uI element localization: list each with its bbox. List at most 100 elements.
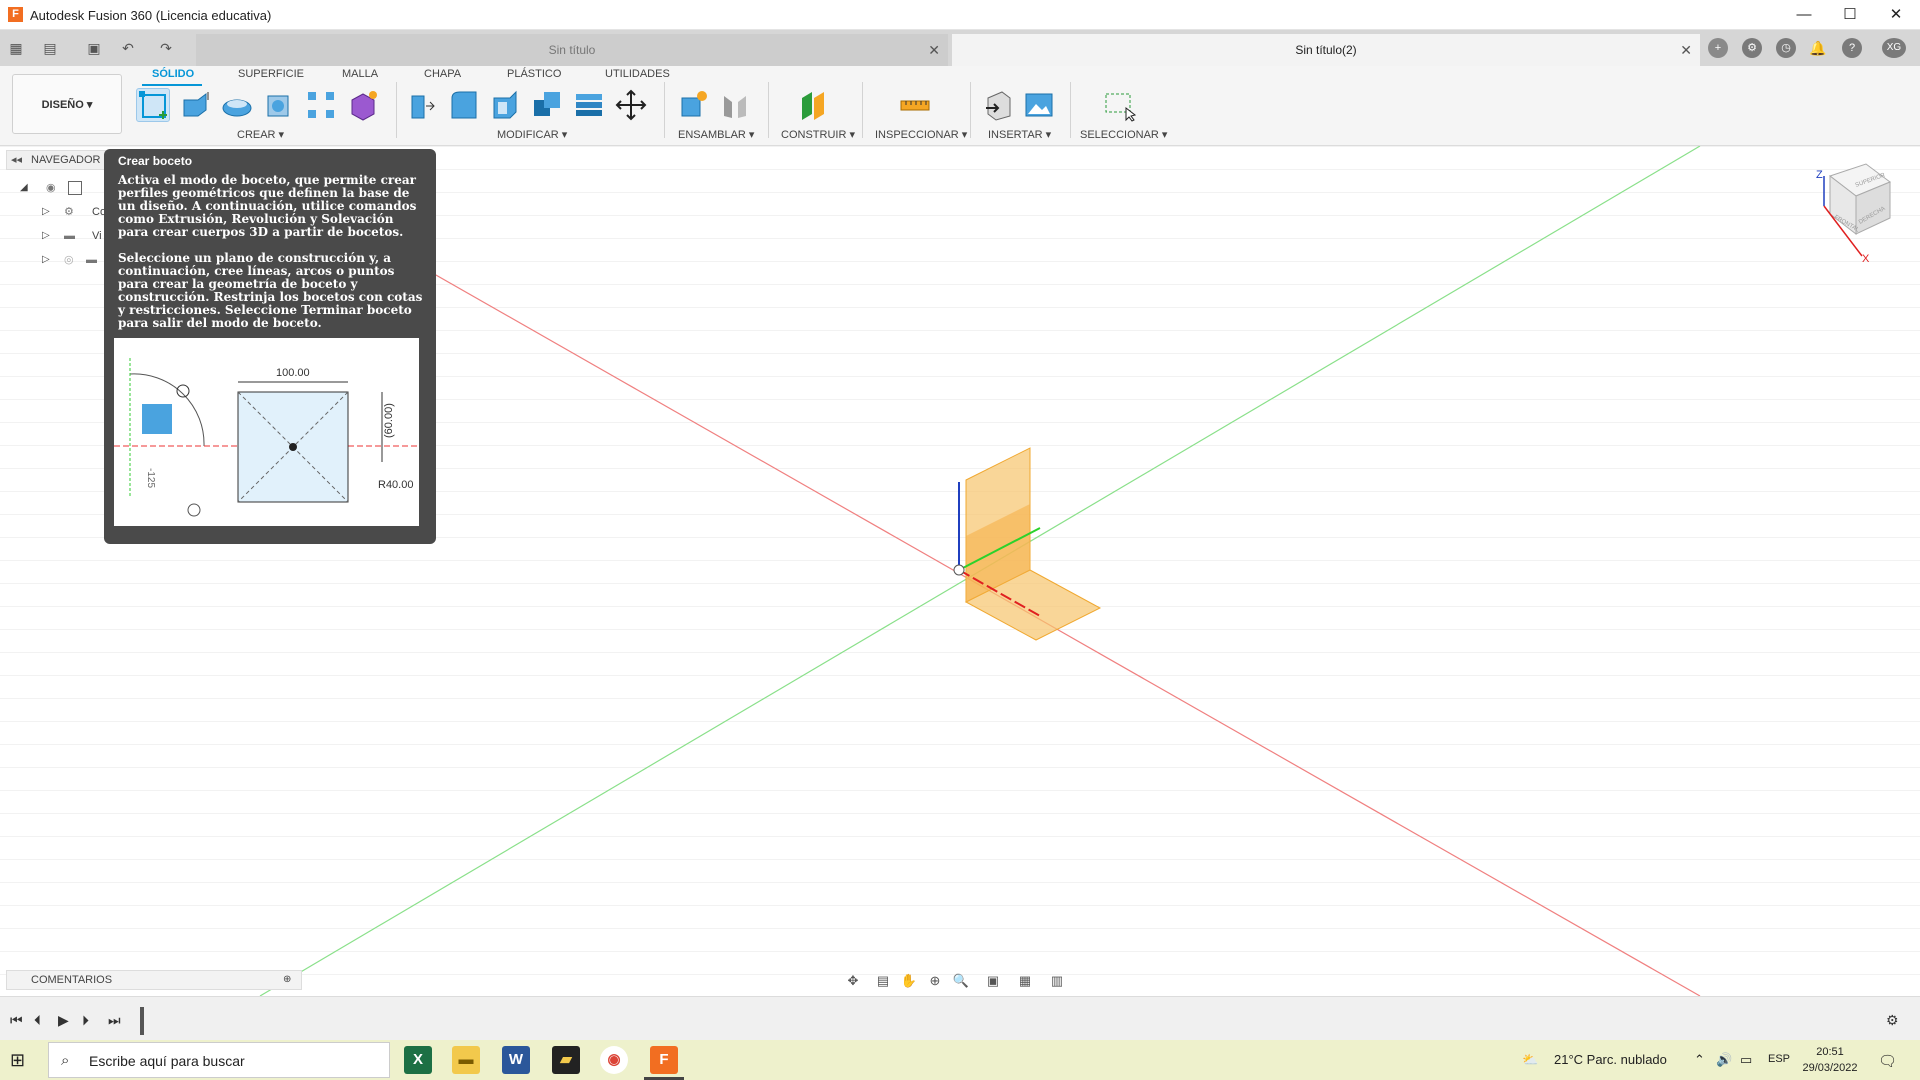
zoom-icon[interactable]: ⊕ bbox=[924, 972, 946, 990]
new-component-button[interactable] bbox=[676, 88, 710, 122]
word-app-icon[interactable]: W bbox=[502, 1046, 530, 1074]
add-comment-icon[interactable]: ⊕ bbox=[283, 971, 291, 989]
create-form-button[interactable] bbox=[346, 88, 380, 122]
weather-icon[interactable]: ⛅ bbox=[1522, 1052, 1538, 1068]
notification-center-icon[interactable]: 🗨 bbox=[1878, 1052, 1897, 1070]
tab-sin-titulo-2[interactable]: Sin título(2) ✕ bbox=[952, 34, 1700, 66]
tab-plastico[interactable]: PLÁSTICO bbox=[507, 68, 561, 80]
offset-plane-button[interactable] bbox=[796, 88, 830, 122]
undo-icon[interactable]: ↶ bbox=[118, 38, 138, 58]
hidden-eye-icon[interactable]: ◎ bbox=[64, 250, 74, 270]
revolve-button[interactable] bbox=[220, 88, 254, 122]
group-insertar[interactable]: INSERTAR ▾ bbox=[988, 128, 1051, 141]
taskbar-search-box[interactable]: ⌕ Escribe aquí para buscar bbox=[48, 1042, 390, 1078]
expand-triangle-icon[interactable]: ▷ bbox=[42, 202, 50, 222]
select-button[interactable] bbox=[1102, 88, 1137, 122]
redo-icon[interactable]: ↷ bbox=[156, 38, 176, 58]
step-forward-icon[interactable]: ⏵ bbox=[82, 1012, 89, 1029]
file-explorer-icon[interactable]: ▬ bbox=[452, 1046, 480, 1074]
fusion-taskbar-icon[interactable]: F bbox=[650, 1046, 678, 1074]
tooltip-illustration: 100.00 (60.00) R40.00 -125 bbox=[114, 338, 419, 526]
navigator-root-row[interactable]: ◢ ◉ bbox=[6, 178, 116, 198]
tray-chevron-icon[interactable]: ⌃ bbox=[1694, 1052, 1705, 1068]
joint-button[interactable] bbox=[718, 88, 752, 122]
look-at-icon[interactable]: ▤ bbox=[872, 972, 894, 990]
group-construir[interactable]: CONSTRUIR ▾ bbox=[781, 128, 855, 141]
tab-utilidades[interactable]: UTILIDADES bbox=[605, 68, 670, 80]
tab-close-icon[interactable]: ✕ bbox=[928, 34, 940, 66]
chrome-app-icon[interactable]: ◉ bbox=[600, 1046, 628, 1074]
measure-button[interactable] bbox=[898, 88, 932, 122]
group-crear[interactable]: CREAR ▾ bbox=[237, 128, 284, 141]
fit-zoom-icon[interactable]: 🔍 bbox=[950, 972, 972, 990]
pan-hand-icon[interactable]: ✋ bbox=[898, 972, 920, 990]
offset-face-icon bbox=[576, 94, 602, 116]
expand-triangle-icon[interactable]: ▷ bbox=[42, 250, 50, 270]
language-indicator[interactable]: ESP bbox=[1768, 1053, 1790, 1065]
notifications-bell-icon[interactable]: 🔔 bbox=[1808, 38, 1828, 58]
step-back-icon[interactable]: ⏴ bbox=[34, 1012, 41, 1029]
tab-sin-titulo[interactable]: Sin título ✕ bbox=[196, 34, 948, 66]
move-copy-button[interactable] bbox=[614, 88, 648, 122]
expand-triangle-icon[interactable]: ▷ bbox=[42, 226, 50, 246]
maximize-button[interactable]: ☐ bbox=[1832, 4, 1868, 26]
tab-chapa[interactable]: CHAPA bbox=[424, 68, 461, 80]
job-status-icon[interactable]: ◷ bbox=[1776, 38, 1796, 58]
windows-start-icon[interactable]: ⊞ bbox=[10, 1050, 25, 1071]
network-icon[interactable]: ▭ bbox=[1740, 1052, 1752, 1068]
taskbar-clock[interactable]: 20:51 29/03/2022 bbox=[1800, 1044, 1860, 1076]
create-sketch-button[interactable] bbox=[136, 88, 170, 122]
go-to-end-icon[interactable]: ⏭ bbox=[108, 1012, 121, 1029]
user-avatar[interactable]: XG bbox=[1882, 38, 1906, 58]
comments-panel[interactable]: COMENTARIOS ⊕ bbox=[6, 970, 302, 990]
save-icon[interactable]: ▣ bbox=[84, 38, 104, 58]
minimize-button[interactable]: — bbox=[1786, 4, 1822, 26]
shell-button[interactable] bbox=[488, 88, 522, 122]
visibility-eye-icon[interactable]: ◉ bbox=[46, 178, 56, 198]
collapse-triangle-icon[interactable]: ◢ bbox=[20, 178, 28, 198]
browser-navigator: ◂◂ NAVEGADOR ◢ ◉ ▷ ⚙ Co ▷ ▬ Vi ▷ ◎ ▬ bbox=[6, 150, 116, 270]
navigator-row-origin[interactable]: ▷ ◎ ▬ bbox=[6, 250, 116, 270]
timeline-marker[interactable] bbox=[140, 1007, 144, 1035]
display-settings-icon[interactable]: ▣ bbox=[982, 972, 1004, 990]
combine-button[interactable] bbox=[530, 88, 564, 122]
group-seleccionar[interactable]: SELECCIONAR ▾ bbox=[1080, 128, 1167, 141]
tab-malla[interactable]: MALLA bbox=[342, 68, 378, 80]
offset-face-button[interactable] bbox=[572, 88, 606, 122]
weather-text[interactable]: 21°C Parc. nublado bbox=[1554, 1052, 1667, 1067]
fillet-button[interactable] bbox=[446, 88, 480, 122]
new-tab-plus-icon[interactable]: + bbox=[1708, 38, 1728, 58]
navigator-row-settings[interactable]: ▷ ⚙ Co bbox=[6, 202, 116, 222]
navigator-row-views[interactable]: ▷ ▬ Vi bbox=[6, 226, 116, 246]
tab-superficie[interactable]: SUPERFICIE bbox=[238, 68, 304, 80]
group-inspeccionar[interactable]: INSPECCIONAR ▾ bbox=[875, 128, 967, 141]
data-panel-grid-icon[interactable]: ▦ bbox=[6, 38, 26, 58]
extrude-button[interactable] bbox=[178, 88, 212, 122]
press-pull-button[interactable] bbox=[404, 88, 438, 122]
viewcube-z-label: Z bbox=[1816, 169, 1823, 181]
insert-derive-button[interactable] bbox=[982, 88, 1016, 122]
sticky-notes-icon[interactable]: ▰ bbox=[552, 1046, 580, 1074]
group-modificar[interactable]: MODIFICAR ▾ bbox=[497, 128, 567, 141]
group-ensamblar[interactable]: ENSAMBLAR ▾ bbox=[678, 128, 754, 141]
tab-close-icon[interactable]: ✕ bbox=[1680, 34, 1692, 66]
insert-canvas-button[interactable] bbox=[1022, 88, 1056, 122]
collapse-navigator-icon[interactable]: ◂◂ bbox=[11, 151, 22, 169]
extensions-icon[interactable]: ⚙ bbox=[1742, 38, 1762, 58]
excel-app-icon[interactable]: X bbox=[404, 1046, 432, 1074]
viewports-icon[interactable]: ▥ bbox=[1046, 972, 1068, 990]
close-button[interactable]: ✕ bbox=[1878, 4, 1914, 26]
navigator-header[interactable]: ◂◂ NAVEGADOR bbox=[6, 150, 106, 170]
play-icon[interactable]: ▶ bbox=[58, 1012, 69, 1029]
sweep-button[interactable] bbox=[262, 88, 296, 122]
file-menu-icon[interactable]: ▤ bbox=[40, 38, 60, 58]
volume-icon[interactable]: 🔊 bbox=[1716, 1052, 1732, 1068]
rectangular-pattern-button[interactable] bbox=[304, 88, 338, 122]
workspace-switcher-button[interactable]: DISEÑO ▾ bbox=[12, 74, 122, 134]
tab-solido[interactable]: SÓLIDO bbox=[152, 68, 194, 80]
orbit-icon[interactable]: ✥ bbox=[842, 972, 864, 990]
go-to-start-icon[interactable]: ⏮ bbox=[10, 1012, 23, 1029]
grid-settings-icon[interactable]: ▦ bbox=[1014, 972, 1036, 990]
help-icon[interactable]: ? bbox=[1842, 38, 1862, 58]
timeline-settings-gear-icon[interactable]: ⚙ bbox=[1886, 1012, 1899, 1029]
